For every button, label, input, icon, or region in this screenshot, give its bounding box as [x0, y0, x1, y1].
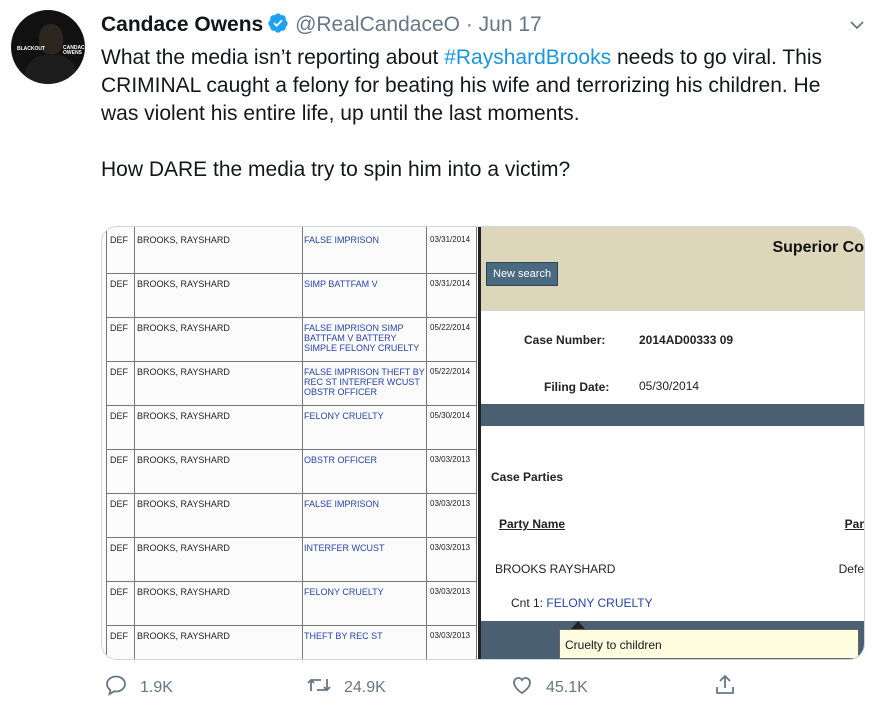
record-date: 03/03/2013	[430, 587, 471, 596]
record-charge: FALSE IMPRISON	[304, 499, 380, 509]
author-name[interactable]: Candace Owens	[101, 13, 263, 36]
charge-tooltip: Cruelty to children	[559, 629, 859, 659]
record-name: BROOKS, RAYSHARD	[137, 367, 230, 377]
chevron-down-icon[interactable]	[848, 16, 866, 39]
avatar-tag-right: CANDACE OWENS	[63, 45, 85, 56]
record-row: DEF BROOKS, RAYSHARD INTERFER WCUST 03/03/2…	[106, 537, 476, 582]
record-name: BROOKS, RAYSHARD	[137, 235, 230, 245]
avatar-tag-left: BLACKOUT	[17, 46, 46, 52]
record-date: 03/31/2014	[430, 235, 471, 244]
record-name: BROOKS, RAYSHARD	[137, 499, 230, 509]
record-date: 03/31/2014	[430, 279, 471, 288]
heart-icon	[510, 673, 546, 702]
record-name: BROOKS, RAYSHARD	[137, 279, 230, 289]
record-name: BROOKS, RAYSHARD	[137, 587, 230, 597]
count-line: Cnt 1: FELONY CRUELTY	[511, 596, 653, 610]
tooltip-arrow	[571, 621, 585, 629]
author-handle[interactable]: @RealCandaceO	[295, 13, 460, 36]
record-name: BROOKS, RAYSHARD	[137, 323, 230, 333]
record-name: BROOKS, RAYSHARD	[137, 631, 230, 641]
retweet-button[interactable]: 24.9K	[306, 673, 386, 702]
court-title: Superior Co	[772, 239, 864, 256]
tweet-paragraph-1: What the media isn’t reporting about #Ra…	[101, 44, 861, 128]
record-row: DEF BROOKS, RAYSHARD FALSE IMPRISON SIMP B…	[106, 317, 476, 362]
tweet-date[interactable]: Jun 17	[479, 13, 542, 36]
tweet-media[interactable]: DEF BROOKS, RAYSHARD FALSE IMPRISON 03/31/2…	[101, 226, 865, 660]
record-charge: OBSTR OFFICER	[304, 455, 378, 465]
record-type: DEF	[110, 631, 128, 641]
record-name: BROOKS, RAYSHARD	[137, 543, 230, 553]
record-row: DEF BROOKS, RAYSHARD OBSTR OFFICER 03/03/20…	[106, 449, 476, 494]
party-name: BROOKS RAYSHARD	[495, 562, 616, 576]
reply-button[interactable]: 1.9K	[104, 673, 173, 702]
reply-icon	[104, 673, 140, 702]
record-date: 03/03/2013	[430, 631, 471, 640]
court-header: Superior Co New search	[481, 227, 864, 311]
record-row: DEF BROOKS, RAYSHARD FALSE IMPRISON 03/31/2…	[106, 229, 476, 274]
header-separator: ·	[465, 13, 473, 36]
record-charge: FELONY CRUELTY	[304, 411, 384, 421]
record-type: DEF	[110, 411, 128, 421]
record-name: BROOKS, RAYSHARD	[137, 411, 230, 421]
record-name: BROOKS, RAYSHARD	[137, 455, 230, 465]
filing-date-label: Filing Date:	[544, 380, 610, 394]
record-date: 03/03/2013	[430, 455, 471, 464]
avatar-figure	[25, 54, 77, 84]
case-number-value: 2014AD00333 09	[639, 333, 734, 347]
court-records-image[interactable]: DEF BROOKS, RAYSHARD FALSE IMPRISON 03/31/2…	[102, 227, 481, 659]
case-number-label: Case Number:	[524, 333, 606, 347]
tweet-actions: 1.9K 24.9K 45.1K	[0, 673, 890, 703]
tweet-text-start: What the media isn’t reporting about	[101, 46, 445, 69]
record-type: DEF	[110, 543, 128, 553]
record-date: 03/03/2013	[430, 543, 471, 552]
record-charge: THEFT BY REC ST	[304, 631, 383, 641]
record-charge: FALSE IMPRISON SIMP BATTFAM V BATTERY SI…	[304, 323, 420, 353]
record-type: DEF	[110, 367, 128, 377]
record-type: DEF	[110, 587, 128, 597]
tweet-text: What the media isn’t reporting about #Ra…	[101, 44, 861, 184]
record-row: DEF BROOKS, RAYSHARD FALSE IMPRISON 03/03/2…	[106, 493, 476, 538]
filing-date-value: 05/30/2014	[639, 379, 700, 393]
record-type: DEF	[110, 323, 128, 333]
author-avatar[interactable]: BLACKOUT CANDACE OWENS	[11, 10, 85, 84]
record-charge: INTERFER WCUST	[304, 543, 385, 553]
record-row: DEF BROOKS, RAYSHARD FALSE IMPRISON THEFT …	[106, 361, 476, 406]
share-button[interactable]	[713, 673, 749, 702]
tweet-header: Candace Owens @RealCandaceO · Jun 17	[101, 12, 542, 40]
count-charge-link: FELONY CRUELTY	[546, 596, 653, 610]
record-date: 03/03/2013	[430, 499, 471, 508]
record-date: 05/30/2014	[430, 411, 471, 420]
retweet-icon	[306, 673, 344, 702]
tweet-paragraph-2: How DARE the media try to spin him into …	[101, 158, 571, 181]
case-details-image[interactable]: Superior Co New search Case Number: 2014…	[481, 227, 864, 659]
record-charge: SIMP BATTFAM V	[304, 279, 378, 289]
record-date: 05/22/2014	[430, 367, 471, 376]
record-row: DEF BROOKS, RAYSHARD SIMP BATTFAM V 03/31/2…	[106, 273, 476, 318]
party-type: Defe	[838, 562, 864, 576]
record-charge: FALSE IMPRISON	[304, 235, 380, 245]
new-search-button: New search	[486, 262, 559, 286]
count-prefix: Cnt 1:	[511, 596, 547, 610]
like-count: 45.1K	[546, 678, 588, 696]
record-row: DEF BROOKS, RAYSHARD FELONY CRUELTY 05/30/2…	[106, 405, 476, 450]
section-bar	[481, 404, 864, 426]
record-type: DEF	[110, 455, 128, 465]
record-row: DEF BROOKS, RAYSHARD FELONY CRUELTY 03/03/2…	[106, 581, 476, 626]
case-parties-heading: Case Parties	[491, 470, 564, 484]
record-charge: FALSE IMPRISON THEFT BY REC ST INTERFER …	[304, 367, 425, 397]
reply-count: 1.9K	[140, 678, 173, 696]
record-type: DEF	[110, 499, 128, 509]
record-charge: FELONY CRUELTY	[304, 587, 384, 597]
record-type: DEF	[110, 235, 128, 245]
party-name-header: Party Name	[499, 517, 566, 531]
verified-badge-icon	[267, 12, 289, 40]
like-button[interactable]: 45.1K	[510, 673, 588, 702]
record-date: 05/22/2014	[430, 323, 471, 332]
record-row: DEF BROOKS, RAYSHARD THEFT BY REC ST 03/03/…	[106, 625, 476, 659]
record-type: DEF	[110, 279, 128, 289]
hashtag-link[interactable]: #RayshardBrooks	[444, 46, 611, 69]
share-icon	[713, 673, 749, 702]
party-type-header: Par	[844, 517, 864, 531]
retweet-count: 24.9K	[344, 678, 386, 696]
